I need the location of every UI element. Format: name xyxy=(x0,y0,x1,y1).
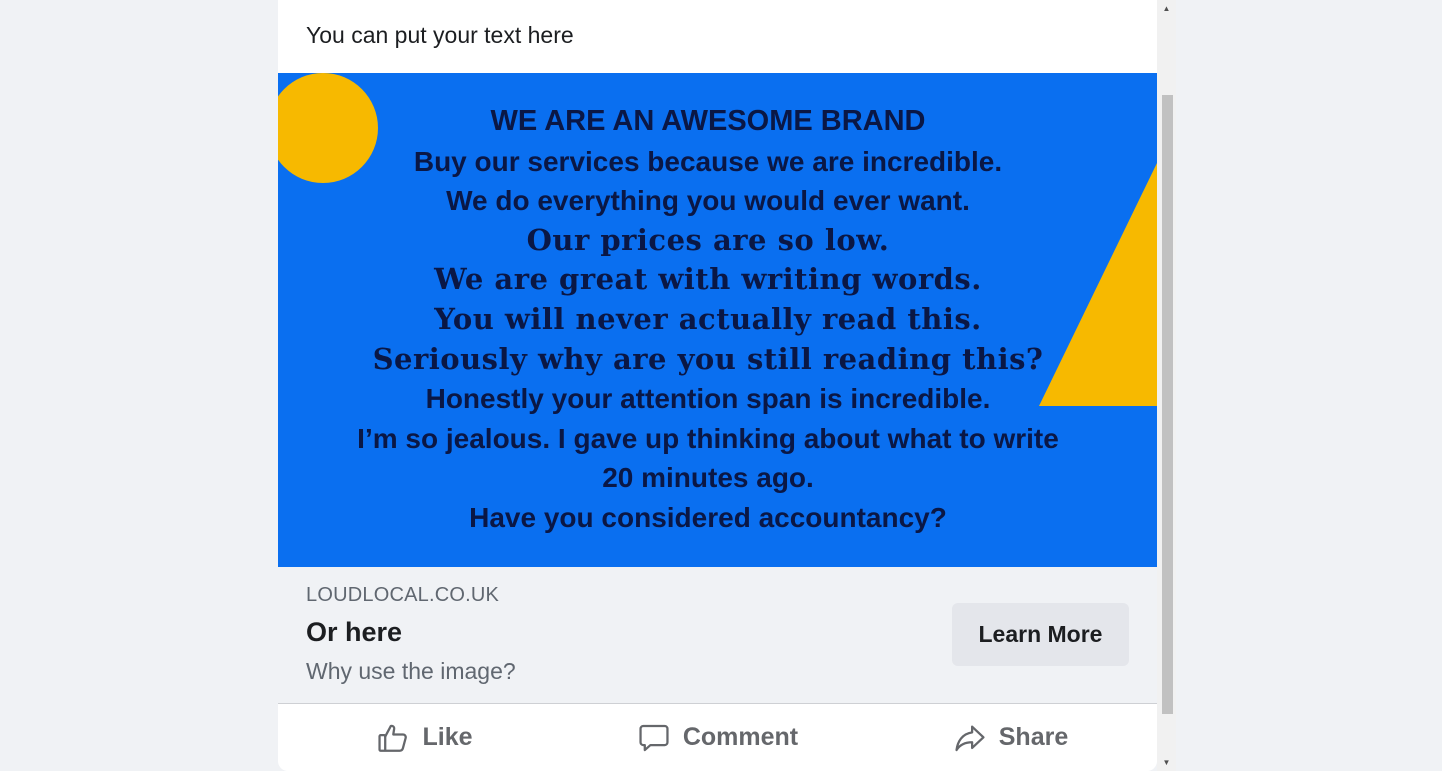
share-arrow-icon xyxy=(953,721,987,755)
share-label: Share xyxy=(998,723,1069,751)
ad-line: We are great with writing words. xyxy=(434,262,982,297)
ad-line: Seriously why are you still reading this… xyxy=(372,341,1044,376)
like-button[interactable]: Like xyxy=(278,704,571,771)
ad-line: You will never actually read this. xyxy=(434,301,982,336)
ad-line: WE ARE AN AWESOME BRAND xyxy=(490,105,926,137)
link-preview[interactable]: LOUDLOCAL.CO.UK Or here Why use the imag… xyxy=(278,567,1157,703)
comment-bubble-icon xyxy=(637,721,671,755)
scroll-up-arrow-icon[interactable]: ▲ xyxy=(1157,0,1176,17)
comment-label: Comment xyxy=(682,723,799,751)
comment-button[interactable]: Comment xyxy=(571,704,864,771)
ad-line: I’m so jealous. I gave up thinking about… xyxy=(357,422,1059,454)
post-text: You can put your text here xyxy=(306,22,574,48)
link-domain: LOUDLOCAL.CO.UK xyxy=(306,584,500,606)
like-label: Like xyxy=(422,723,473,751)
ad-line: We do everything you would ever want. xyxy=(446,185,970,217)
page-scrollbar[interactable]: ▲ ▼ xyxy=(1157,0,1176,771)
ad-line: Honestly your attention span is incredib… xyxy=(425,383,991,415)
share-button[interactable]: Share xyxy=(864,704,1157,771)
ad-line: Buy our services because we are incredib… xyxy=(413,145,1003,177)
link-headline: Or here xyxy=(306,617,403,647)
ad-line: 20 minutes ago. xyxy=(602,462,814,494)
scroll-down-arrow-icon[interactable]: ▼ xyxy=(1157,754,1176,771)
link-description: Why use the image? xyxy=(306,658,516,684)
ad-image[interactable]: WE ARE AN AWESOME BRAND Buy our services… xyxy=(278,73,1157,567)
ad-line: Have you considered accountancy? xyxy=(469,501,947,533)
thumbs-up-icon xyxy=(376,721,410,755)
ad-line: Our prices are so low. xyxy=(526,222,890,257)
scrollbar-thumb[interactable] xyxy=(1162,95,1173,714)
ad-post-card: You can put your text here WE ARE AN AWE… xyxy=(278,0,1157,771)
ad-image-text: WE ARE AN AWESOME BRAND Buy our services… xyxy=(278,102,1138,538)
action-bar: Like Comment Share xyxy=(278,704,1157,771)
learn-more-button[interactable]: Learn More xyxy=(952,603,1129,666)
